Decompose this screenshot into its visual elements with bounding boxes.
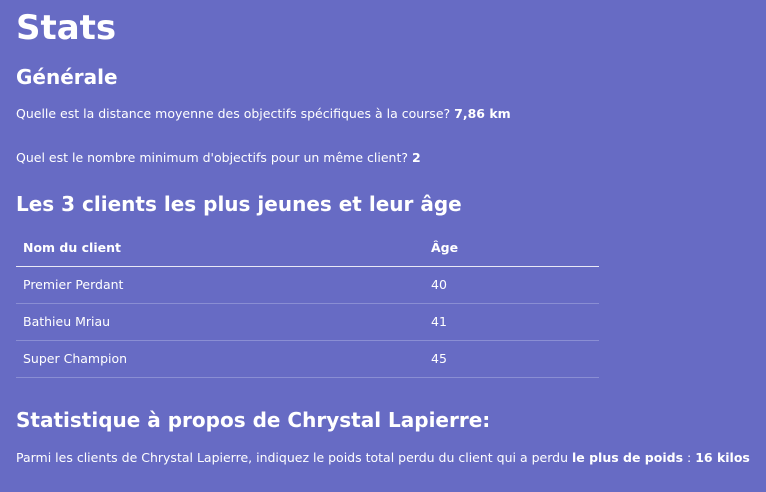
client-age-cell: 40: [424, 266, 599, 304]
stat-weight-lost-emphasis: le plus de poids: [571, 450, 684, 465]
stat-weight-lost: Parmi les clients de Chrystal Lapierre, …: [16, 449, 750, 467]
section-heading-generale: Générale: [16, 65, 118, 89]
question-min-objectives-text: Quel est le nombre minimum d'objectifs p…: [16, 150, 408, 165]
section-heading-youngest-clients: Les 3 clients les plus jeunes et leur âg…: [16, 192, 462, 216]
client-name-cell: Premier Perdant: [16, 266, 424, 304]
client-name-cell: Bathieu Mriau: [16, 303, 424, 341]
question-min-objectives: Quel est le nombre minimum d'objectifs p…: [16, 149, 421, 167]
table-row: Premier Perdant 40: [16, 266, 599, 304]
youngest-clients-table: Nom du client Âge Premier Perdant 40 Bat…: [16, 230, 599, 378]
stat-weight-lost-text: Parmi les clients de Chrystal Lapierre, …: [16, 450, 568, 465]
table-row: Super Champion 45: [16, 340, 599, 378]
question-average-distance: Quelle est la distance moyenne des objec…: [16, 105, 511, 123]
client-name-cell: Super Champion: [16, 340, 424, 378]
answer-min-objectives: 2: [411, 150, 421, 165]
table-header-row: Nom du client Âge: [16, 230, 599, 267]
client-age-cell: 41: [424, 303, 599, 341]
column-header-client-name: Nom du client: [16, 230, 424, 267]
stat-weight-lost-value: 16 kilos: [695, 450, 750, 465]
section-heading-chrystal-lapierre: Statistique à propos de Chrystal Lapierr…: [16, 408, 491, 432]
page-title: Stats: [16, 8, 117, 48]
question-average-distance-text: Quelle est la distance moyenne des objec…: [16, 106, 451, 121]
column-header-age: Âge: [424, 230, 599, 267]
client-age-cell: 45: [424, 340, 599, 378]
stat-weight-lost-separator: :: [687, 450, 692, 465]
answer-average-distance: 7,86 km: [454, 106, 511, 121]
table-row: Bathieu Mriau 41: [16, 303, 599, 341]
